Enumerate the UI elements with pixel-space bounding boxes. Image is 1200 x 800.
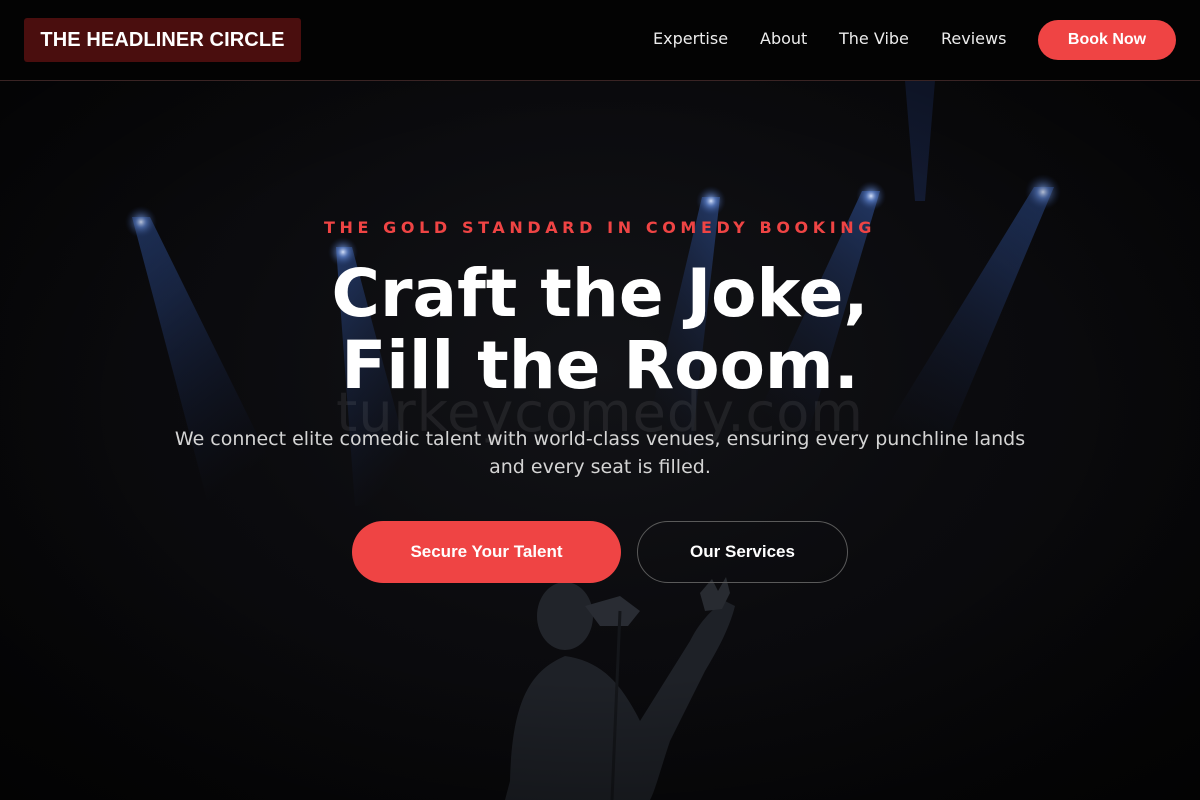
our-services-button[interactable]: Our Services: [637, 521, 848, 583]
site-header: THE HEADLINER CIRCLE Expertise About The…: [0, 0, 1200, 81]
nav-link-expertise[interactable]: Expertise: [653, 29, 728, 49]
nav-link-the-vibe[interactable]: The Vibe: [839, 29, 909, 49]
headline-line-1: Craft the Joke,: [331, 255, 869, 332]
hero-headline: Craft the Joke, Fill the Room.: [0, 258, 1200, 402]
nav-link-reviews[interactable]: Reviews: [941, 29, 1006, 49]
book-now-button[interactable]: Book Now: [1038, 20, 1176, 60]
nav-link-about[interactable]: About: [760, 29, 807, 49]
main-nav: Expertise About The Vibe Reviews: [0, 0, 1200, 80]
hero-eyebrow: THE GOLD STANDARD IN COMEDY BOOKING: [323, 218, 877, 237]
secure-talent-button[interactable]: Secure Your Talent: [352, 521, 621, 583]
hero-subtext: We connect elite comedic talent with wor…: [174, 428, 1026, 478]
headline-line-2: Fill the Room.: [341, 327, 859, 404]
